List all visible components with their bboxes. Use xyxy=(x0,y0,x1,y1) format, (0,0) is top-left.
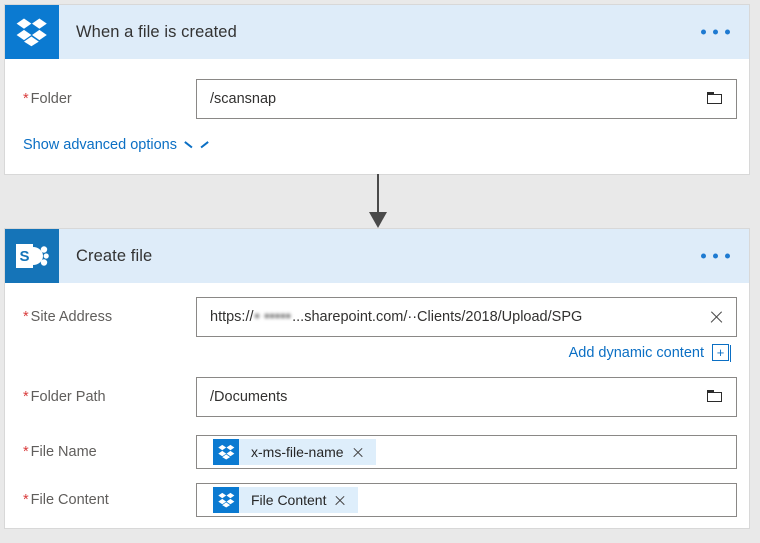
folder-input-value: /scansnap xyxy=(210,91,277,107)
required-asterisk: * xyxy=(23,389,29,405)
add-dynamic-content-label: Add dynamic content xyxy=(568,344,704,361)
add-dynamic-content-button[interactable]: Add dynamic content + xyxy=(568,344,731,362)
overflow-dot xyxy=(713,29,718,35)
clear-icon[interactable] xyxy=(709,310,724,325)
field-row-file-name: * File Name x-ms-file-name xyxy=(5,435,749,469)
file-content-input[interactable]: File Content xyxy=(196,483,737,517)
required-asterisk: * xyxy=(23,492,29,508)
field-row-folder: * Folder /scansnap xyxy=(5,79,749,119)
show-advanced-options-label: Show advanced options xyxy=(23,137,177,153)
show-advanced-options-link[interactable]: Show advanced options xyxy=(23,137,199,153)
folder-path-field-label: * Folder Path xyxy=(23,389,106,405)
overflow-dot xyxy=(713,253,718,259)
dropbox-icon xyxy=(213,487,239,513)
site-address-input[interactable]: https://• ••••• ...sharepoint.com/··Clien… xyxy=(196,297,737,337)
dynamic-token-x-ms-file-name[interactable]: x-ms-file-name xyxy=(213,439,376,465)
folder-picker-icon[interactable] xyxy=(707,390,724,404)
remove-token-icon[interactable] xyxy=(334,494,346,506)
chevron-down-icon xyxy=(186,141,199,149)
dynamic-token-file-content[interactable]: File Content xyxy=(213,487,359,513)
action-card-body: * Site Address https://• ••••• ...sharepoi… xyxy=(5,283,749,529)
file-name-input[interactable]: x-ms-file-name xyxy=(196,435,737,469)
token-label: x-ms-file-name xyxy=(251,444,344,460)
overflow-dot xyxy=(725,29,730,35)
folder-input[interactable]: /scansnap xyxy=(196,79,737,119)
trigger-card-when-a-file-is-created[interactable]: When a file is created * Folder /scansnap xyxy=(4,4,750,175)
site-address-field-label: * Site Address xyxy=(23,309,113,325)
action-card-create-file[interactable]: S Create file * Site Address https:// • … xyxy=(4,228,750,529)
required-asterisk: * xyxy=(23,444,29,460)
plus-icon: + xyxy=(712,344,731,362)
folder-picker-icon[interactable] xyxy=(707,92,724,106)
trigger-card-header[interactable]: When a file is created xyxy=(5,5,749,59)
dropbox-icon xyxy=(5,5,59,59)
field-row-site-address: * Site Address https://• ••••• ...sharepoi… xyxy=(5,297,749,337)
folder-path-input[interactable]: /Documents xyxy=(196,377,737,417)
trigger-card-body: * Folder /scansnap Show advanced options xyxy=(5,59,749,174)
token-label: File Content xyxy=(251,492,327,508)
action-card-header[interactable]: S Create file xyxy=(5,229,749,283)
trigger-card-title: When a file is created xyxy=(76,22,237,41)
flow-designer-canvas: When a file is created * Folder /scansnap xyxy=(0,0,760,543)
action-card-overflow-menu-button[interactable] xyxy=(697,248,734,265)
flow-arrow xyxy=(368,174,390,230)
required-asterisk: * xyxy=(23,91,29,107)
svg-text:S: S xyxy=(19,248,29,265)
field-row-file-content: * File Content File Content xyxy=(5,483,749,517)
required-asterisk: * xyxy=(23,309,29,325)
dropbox-icon xyxy=(213,439,239,465)
overflow-dot xyxy=(701,253,706,259)
site-address-input-value: https://• ••••• ...sharepoint.com/··Clien… xyxy=(210,309,582,325)
flow-arrow-head xyxy=(369,212,387,228)
field-row-folder-path: * Folder Path /Documents xyxy=(5,377,749,417)
folder-path-input-value: /Documents xyxy=(210,389,288,405)
sharepoint-icon: S xyxy=(5,229,59,283)
remove-token-icon[interactable] xyxy=(352,446,364,458)
file-content-field-label: * File Content xyxy=(23,492,109,508)
overflow-dot xyxy=(701,29,706,35)
site-address-prefix: https:// xyxy=(210,309,254,325)
file-name-field-label: * File Name xyxy=(23,444,97,460)
site-address-suffix: ...sharepoint.com/··Clients/2018/Upload/… xyxy=(292,309,583,325)
action-card-title: Create file xyxy=(76,246,153,265)
trigger-card-overflow-menu-button[interactable] xyxy=(697,24,734,41)
folder-field-label: * Folder xyxy=(23,91,72,107)
overflow-dot xyxy=(725,253,730,259)
site-address-redacted-tenant: • ••••• xyxy=(254,309,292,325)
